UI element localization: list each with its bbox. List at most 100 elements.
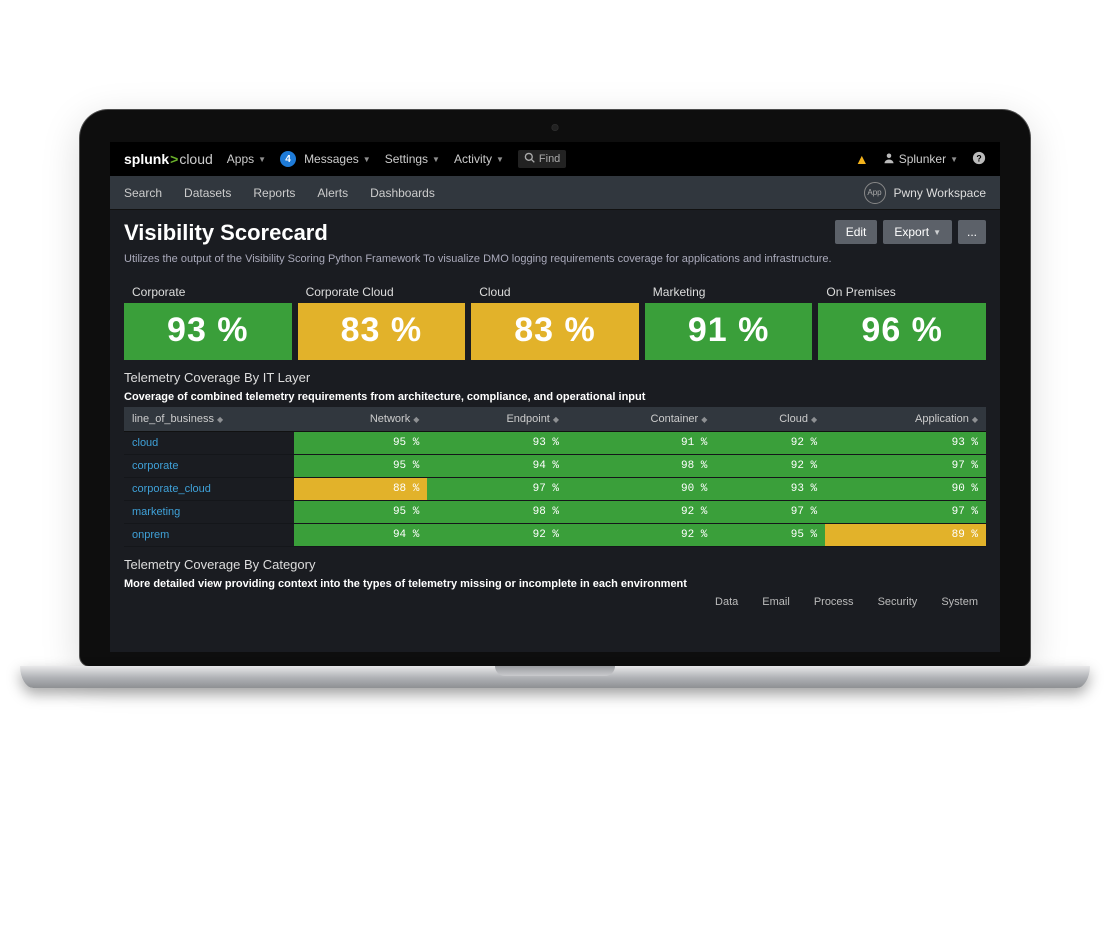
coverage-cell: 90 % <box>567 477 715 500</box>
brand-logo[interactable]: splunk > cloud <box>124 151 213 167</box>
column-header[interactable]: Cloud◆ <box>715 407 825 432</box>
score-card-label: Cloud <box>471 279 639 303</box>
score-card-label: On Premises <box>818 279 986 303</box>
subnav-dashboards[interactable]: Dashboards <box>370 186 435 200</box>
score-card[interactable]: Marketing91 % <box>645 279 813 360</box>
score-card-value: 83 % <box>471 303 639 360</box>
column-header[interactable]: Network◆ <box>294 407 427 432</box>
caret-down-icon: ▼ <box>496 155 504 164</box>
messages-badge: 4 <box>280 151 296 167</box>
column-header[interactable]: Container◆ <box>567 407 715 432</box>
coverage-cell: 92 % <box>567 523 715 546</box>
coverage-table: line_of_business◆Network◆Endpoint◆Contai… <box>124 407 986 547</box>
sort-icon: ◆ <box>217 415 223 424</box>
section-it-layer-title: Telemetry Coverage By IT Layer <box>124 370 986 385</box>
sort-icon: ◆ <box>413 415 419 424</box>
score-card-value: 96 % <box>818 303 986 360</box>
sub-nav: Search Datasets Reports Alerts Dashboard… <box>110 176 1000 210</box>
page-title: Visibility Scorecard <box>124 220 835 246</box>
svg-text:?: ? <box>976 153 981 163</box>
sort-icon: ◆ <box>811 415 817 424</box>
workspace-name: Pwny Workspace <box>894 186 986 200</box>
laptop-notch <box>495 666 615 676</box>
section-it-layer-desc: Coverage of combined telemetry requireme… <box>124 391 986 403</box>
coverage-cell: 93 % <box>427 431 567 454</box>
coverage-cell: 90 % <box>825 477 986 500</box>
app-icon: App <box>864 182 886 204</box>
nav-activity[interactable]: Activity ▼ <box>454 152 504 166</box>
coverage-cell: 92 % <box>715 454 825 477</box>
column-header[interactable]: line_of_business◆ <box>124 407 294 432</box>
user-icon <box>883 152 895 167</box>
coverage-cell: 97 % <box>427 477 567 500</box>
score-card[interactable]: Corporate Cloud83 % <box>298 279 466 360</box>
laptop-frame: splunk > cloud Apps ▼ 4 Messages ▼ Setti… <box>80 110 1030 688</box>
nav-messages-label: Messages <box>304 152 359 166</box>
score-card[interactable]: Corporate93 % <box>124 279 292 360</box>
table-row: cloud95 %93 %91 %92 %93 % <box>124 431 986 454</box>
lob-link[interactable]: marketing <box>124 500 294 523</box>
table-row: corporate_cloud88 %97 %90 %93 %90 % <box>124 477 986 500</box>
column-header[interactable]: Endpoint◆ <box>427 407 567 432</box>
coverage-cell: 93 % <box>715 477 825 500</box>
table-row: onprem94 %92 %92 %95 %89 % <box>124 523 986 546</box>
laptop-base <box>20 666 1090 688</box>
score-card-value: 83 % <box>298 303 466 360</box>
caret-down-icon: ▼ <box>950 155 958 164</box>
coverage-cell: 92 % <box>567 500 715 523</box>
coverage-cell: 93 % <box>825 431 986 454</box>
score-card-value: 93 % <box>124 303 292 360</box>
coverage-cell: 98 % <box>427 500 567 523</box>
score-card[interactable]: Cloud83 % <box>471 279 639 360</box>
section-category-title: Telemetry Coverage By Category <box>124 557 986 572</box>
global-search[interactable]: Find <box>518 150 566 168</box>
column-header[interactable]: Application◆ <box>825 407 986 432</box>
subnav-reports[interactable]: Reports <box>253 186 295 200</box>
lob-link[interactable]: corporate <box>124 454 294 477</box>
camera-dot <box>552 124 559 131</box>
screen-bezel: splunk > cloud Apps ▼ 4 Messages ▼ Setti… <box>80 110 1030 666</box>
subnav-alerts[interactable]: Alerts <box>317 186 348 200</box>
nav-apps[interactable]: Apps ▼ <box>227 152 266 166</box>
page-body: Visibility Scorecard Utilizes the output… <box>110 210 1000 618</box>
score-card-label: Marketing <box>645 279 813 303</box>
edit-button[interactable]: Edit <box>835 220 878 244</box>
lob-link[interactable]: cloud <box>124 431 294 454</box>
caret-down-icon: ▼ <box>933 228 941 237</box>
user-menu[interactable]: Splunker ▼ <box>883 152 958 167</box>
help-icon[interactable]: ? <box>972 151 986 168</box>
coverage-cell: 95 % <box>294 454 427 477</box>
app-switcher[interactable]: App Pwny Workspace <box>864 182 986 204</box>
category-column-label: System <box>933 596 986 608</box>
coverage-cell: 98 % <box>567 454 715 477</box>
sort-icon: ◆ <box>553 415 559 424</box>
brand-gt: > <box>169 151 179 167</box>
score-card[interactable]: On Premises96 % <box>818 279 986 360</box>
coverage-cell: 89 % <box>825 523 986 546</box>
nav-activity-label: Activity <box>454 152 492 166</box>
warning-icon[interactable]: ▲ <box>855 151 869 167</box>
subnav-search[interactable]: Search <box>124 186 162 200</box>
caret-down-icon: ▼ <box>258 155 266 164</box>
nav-settings[interactable]: Settings ▼ <box>385 152 440 166</box>
coverage-cell: 97 % <box>715 500 825 523</box>
coverage-cell: 95 % <box>294 431 427 454</box>
coverage-cell: 95 % <box>294 500 427 523</box>
table-row: corporate95 %94 %98 %92 %97 % <box>124 454 986 477</box>
table-row: marketing95 %98 %92 %97 %97 % <box>124 500 986 523</box>
nav-apps-label: Apps <box>227 152 254 166</box>
page-description: Utilizes the output of the Visibility Sc… <box>124 252 835 267</box>
more-button[interactable]: ... <box>958 220 986 244</box>
lob-link[interactable]: corporate_cloud <box>124 477 294 500</box>
subnav-datasets[interactable]: Datasets <box>184 186 231 200</box>
coverage-cell: 94 % <box>427 454 567 477</box>
export-button[interactable]: Export ▼ <box>883 220 952 244</box>
nav-messages[interactable]: 4 Messages ▼ <box>280 151 371 167</box>
coverage-cell: 95 % <box>715 523 825 546</box>
top-nav: splunk > cloud Apps ▼ 4 Messages ▼ Setti… <box>110 142 1000 176</box>
coverage-cell: 91 % <box>567 431 715 454</box>
category-column-label: Email <box>754 596 798 608</box>
lob-link[interactable]: onprem <box>124 523 294 546</box>
brand-name: splunk <box>124 151 169 167</box>
brand-suffix: cloud <box>179 151 212 167</box>
